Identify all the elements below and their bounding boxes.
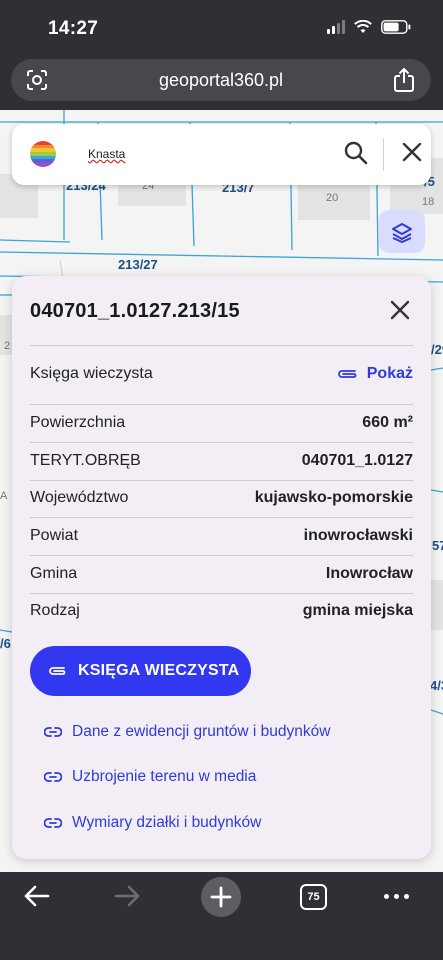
back-icon[interactable] [22,884,50,908]
info-value: gmina miejska [302,602,413,619]
status-icons [327,20,411,34]
link-label[interactable]: Wymiary działki i budynków [72,814,261,832]
link-icon [44,727,62,737]
url-text[interactable]: geoportal360.pl [11,70,431,91]
house-number: 18 [422,196,435,208]
status-time: 14:27 [48,18,99,39]
house-number: 20 [326,192,339,204]
show-ksiega-label[interactable]: Pokaż [367,365,413,383]
tab-count: 75 [307,891,320,903]
info-row: Powiat inowrocławski [30,518,413,555]
link-label[interactable]: Dane z ewidencji gruntów i budynków [72,723,330,741]
signal-icon [327,20,345,34]
close-panel-icon[interactable] [389,299,411,321]
plus-icon [210,886,232,908]
dimensions-link[interactable]: Wymiary działki i budynków [44,814,261,832]
search-icon[interactable] [343,140,369,166]
info-row: Gmina Inowrocław [30,556,413,593]
show-ksiega-link[interactable]: Pokaż [337,365,413,383]
info-key: Rodzaj [30,602,80,619]
browser-toolbar: geoportal360.pl [0,56,443,110]
share-icon[interactable] [393,67,415,93]
info-row: Województwo kujawsko-pomorskie [30,480,413,517]
browser-bottom-toolbar: 75 [0,872,443,960]
info-value: kujawsko-pomorskie [254,489,413,506]
wifi-icon [354,20,372,33]
geoportal-logo [30,141,56,167]
info-value: inowrocławski [303,527,413,544]
info-key: Powiat [30,527,79,544]
info-key: TERYT.OBRĘB [30,452,141,469]
info-row: Rodzaj gmina miejska [30,593,413,630]
house-number: 2 [4,340,11,352]
address-bar[interactable]: geoportal360.pl [11,59,431,101]
paperclip-icon [49,667,66,675]
parcel-label: 213/27 [118,257,158,272]
search-box[interactable]: Knasta [12,124,431,185]
link-label[interactable]: Uzbrojenie terenu w media [72,768,256,786]
parcel-id-title: 040701_1.0127.213/15 [30,300,240,322]
layers-icon [392,222,412,243]
ksiega-wieczysta-label[interactable]: KSIĘGA WIECZYSTA [78,662,239,680]
parcel-info-panel: 040701_1.0127.213/15 Księga wieczysta Po… [12,276,431,859]
ksiega-wieczysta-button[interactable]: KSIĘGA WIECZYSTA [30,646,251,696]
parcel-label: 57 [432,538,443,553]
more-icon[interactable] [384,894,409,899]
info-key: Powierzchnia [30,414,126,431]
link-icon [44,772,62,782]
info-value: Inowrocław [325,565,413,582]
info-key: Województwo [30,489,129,506]
forward-icon[interactable] [114,884,142,908]
new-tab-button[interactable] [201,877,241,917]
paperclip-icon [337,370,357,378]
battery-icon [381,20,411,34]
info-value: 660 m² [362,414,413,431]
info-value: 040701_1.0127 [301,452,413,469]
divider [383,138,384,171]
divider [30,345,413,346]
info-key: Gmina [30,565,78,582]
house-number: A [0,490,8,502]
clear-search-icon[interactable] [401,141,423,163]
parcel-label: /29 [431,342,443,357]
ksiega-label: Księga wieczysta [30,365,153,382]
status-bar: 14:27 [0,0,443,56]
search-input[interactable]: Knasta [88,147,125,161]
link-icon [44,818,62,828]
info-row: Powierzchnia 660 m² [30,405,413,442]
parcel-label: 4/3 [430,678,443,693]
utilities-link[interactable]: Uzbrojenie terenu w media [44,768,256,786]
land-registry-data-link[interactable]: Dane z ewidencji gruntów i budynków [44,723,330,741]
info-row: TERYT.OBRĘB 040701_1.0127 [30,443,413,480]
tabs-button[interactable]: 75 [300,884,327,910]
layers-button[interactable] [379,210,425,253]
parcel-label: /6 [0,636,11,651]
